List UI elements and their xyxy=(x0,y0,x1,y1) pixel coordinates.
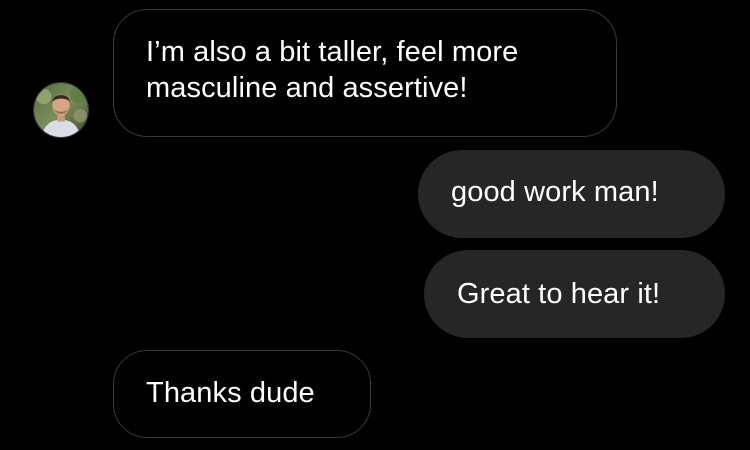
message-text-line: masculine and assertive! xyxy=(146,72,468,104)
message-text: Great to hear it! xyxy=(457,278,661,310)
sent-message-bubble[interactable]: Great to hear it! xyxy=(424,250,725,338)
received-message-bubble[interactable]: I’m also a bit taller, feel more masculi… xyxy=(113,9,617,137)
avatar-photo-icon xyxy=(34,83,88,137)
message-text: Thanks dude xyxy=(146,377,315,409)
message-thread: I’m also a bit taller, feel more masculi… xyxy=(0,0,750,450)
sent-message-bubble[interactable]: good work man! xyxy=(418,150,725,238)
received-message-bubble[interactable]: Thanks dude xyxy=(113,350,371,438)
contact-avatar[interactable] xyxy=(33,82,89,138)
message-text: good work man! xyxy=(451,176,659,208)
message-text-line: I’m also a bit taller, feel more xyxy=(146,36,519,68)
